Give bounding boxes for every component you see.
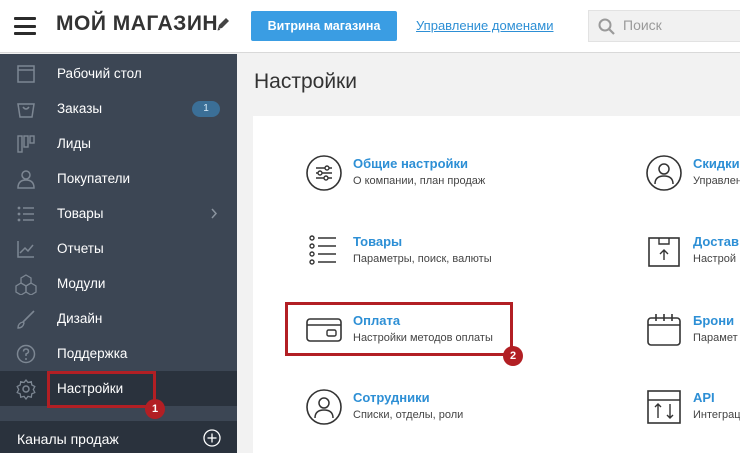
sidebar-item-products[interactable]: Товары bbox=[0, 196, 237, 231]
sidebar-item-support[interactable]: Поддержка bbox=[0, 336, 237, 371]
settings-gear-icon bbox=[16, 378, 36, 400]
sidebar-item-label: Заказы bbox=[57, 101, 103, 116]
products-icon bbox=[17, 206, 34, 222]
setting-desc: О компании, план продаж bbox=[353, 175, 486, 187]
search-icon bbox=[598, 18, 615, 35]
search-input[interactable] bbox=[623, 17, 733, 33]
add-channel-plus-icon[interactable] bbox=[203, 429, 221, 447]
chevron-right-icon bbox=[211, 208, 218, 219]
search-box[interactable] bbox=[588, 10, 740, 42]
leads-icon bbox=[17, 135, 35, 153]
setting-title: Товары bbox=[353, 234, 403, 249]
customers-icon bbox=[17, 170, 35, 189]
highlight-payment-box bbox=[285, 302, 513, 356]
sidebar-item-design[interactable]: Дизайн bbox=[0, 301, 237, 336]
sidebar-item-label: Модули bbox=[57, 276, 106, 291]
highlight-settings-box bbox=[47, 371, 156, 408]
discounts-user-icon bbox=[646, 155, 682, 191]
setting-title: Скидки bbox=[693, 156, 740, 171]
design-brush-icon bbox=[17, 310, 35, 329]
sidebar-item-modules[interactable]: Модули bbox=[0, 266, 237, 301]
sidebar-item-label: Лиды bbox=[57, 136, 91, 151]
sidebar-item-orders[interactable]: Заказы 1 bbox=[0, 91, 237, 126]
sidebar-item-reports[interactable]: Отчеты bbox=[0, 231, 237, 266]
sidebar-item-label: Отчеты bbox=[57, 241, 104, 256]
setting-title: Брони bbox=[693, 313, 735, 328]
reports-icon bbox=[17, 241, 34, 258]
setting-desc: Управлен bbox=[693, 175, 740, 187]
modules-icon bbox=[15, 274, 37, 295]
support-question-icon bbox=[16, 344, 36, 364]
sidebar-item-label: Товары bbox=[57, 206, 104, 221]
general-sliders-icon bbox=[306, 155, 342, 191]
setting-title: Достав bbox=[693, 234, 740, 249]
storefront-button[interactable]: Витрина магазина bbox=[251, 11, 397, 41]
hamburger-menu-icon[interactable] bbox=[14, 17, 36, 35]
settings-panel: Общие настройки О компании, план продаж … bbox=[253, 116, 740, 453]
setting-desc: Параметры, поиск, валюты bbox=[353, 253, 492, 265]
setting-desc: Настрой bbox=[693, 253, 736, 265]
page-title: Настройки bbox=[254, 70, 357, 93]
products-list-icon bbox=[309, 235, 336, 265]
step-2-marker: 2 bbox=[503, 346, 523, 366]
delivery-box-icon bbox=[648, 237, 680, 267]
setting-title: API bbox=[693, 390, 715, 405]
setting-desc: Списки, отделы, роли bbox=[353, 409, 464, 421]
setting-desc: Парамет bbox=[693, 332, 738, 344]
store-title: МОЙ МАГАЗИН bbox=[56, 12, 219, 35]
booking-calendar-icon bbox=[647, 314, 681, 346]
sidebar-item-customers[interactable]: Покупатели bbox=[0, 161, 237, 196]
pencil-edit-icon[interactable] bbox=[215, 15, 231, 33]
sidebar-item-dashboard[interactable]: Рабочий стол bbox=[0, 56, 237, 91]
orders-icon bbox=[17, 103, 35, 118]
dashboard-icon bbox=[17, 65, 35, 83]
sidebar-item-label: Поддержка bbox=[57, 346, 128, 361]
api-icon bbox=[647, 390, 681, 424]
step-1-marker: 1 bbox=[145, 399, 165, 419]
setting-title: Сотрудники bbox=[353, 390, 430, 405]
employees-user-icon bbox=[306, 389, 342, 425]
sales-channels-label: Каналы продаж bbox=[17, 431, 119, 447]
sidebar-item-label: Дизайн bbox=[57, 311, 103, 326]
setting-desc: Интеграц bbox=[693, 409, 740, 421]
manage-domains-link[interactable]: Управление доменами bbox=[416, 18, 553, 33]
sidebar-item-leads[interactable]: Лиды bbox=[0, 126, 237, 161]
setting-title: Общие настройки bbox=[353, 156, 468, 171]
top-header: МОЙ МАГАЗИН Витрина магазина Управление … bbox=[0, 0, 740, 53]
sidebar-item-label: Рабочий стол bbox=[57, 66, 142, 81]
sales-channels-section[interactable]: Каналы продаж bbox=[0, 421, 237, 453]
sidebar-item-label: Покупатели bbox=[57, 171, 131, 186]
orders-count-badge: 1 bbox=[192, 101, 220, 117]
